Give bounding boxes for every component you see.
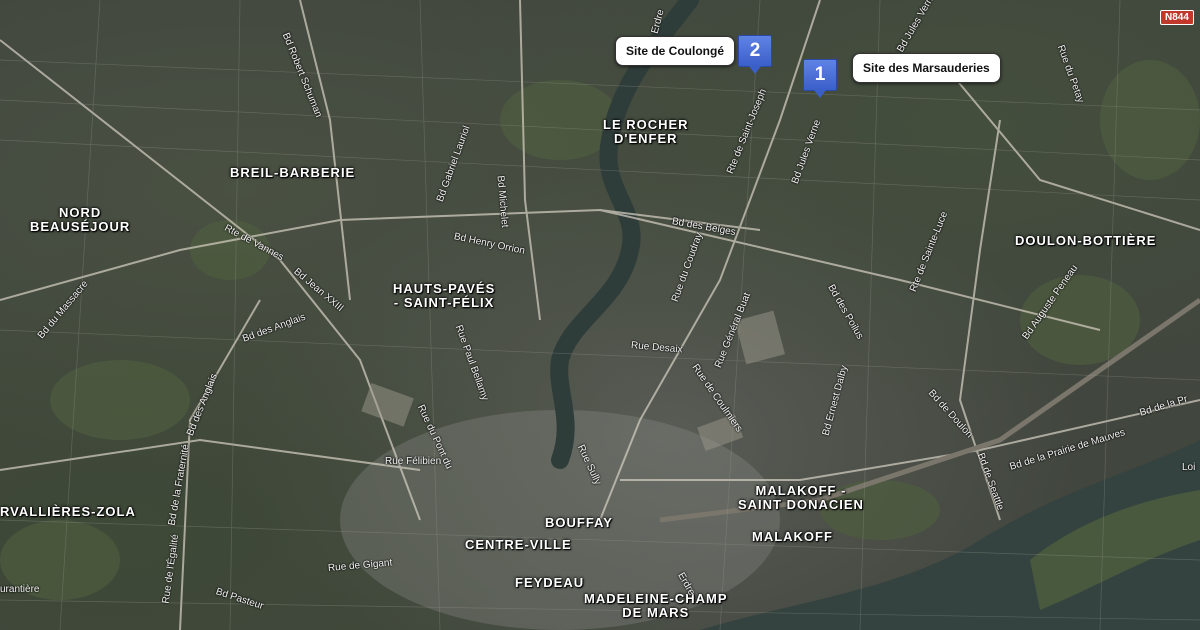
street-label: urantière	[0, 584, 40, 595]
road-shield-n844: N844	[1160, 10, 1194, 25]
district-label-centre-ville: CENTRE-VILLE	[465, 537, 572, 552]
marker-tooltip-coulonge[interactable]: Site de Coulongé	[615, 36, 736, 66]
marker-number: 2	[738, 35, 772, 67]
district-label-nord-beausejour: NORD BEAUSÉJOUR	[30, 205, 131, 234]
street-label: Rue Félibien	[385, 456, 442, 467]
district-label-malakoff-saint-donacien: MALAKOFF - SAINT DONACIEN	[738, 483, 864, 512]
district-label-zola: RVALLIÈRES-ZOLA	[0, 504, 136, 519]
district-label-breil-barberie: BREIL-BARBERIE	[230, 165, 356, 180]
map-marker-1[interactable]: 1	[803, 59, 837, 98]
marker-pointer	[814, 90, 826, 98]
district-label-rocher-denfer: LE ROCHER D'ENFER	[603, 117, 689, 146]
marker-pointer	[749, 66, 761, 74]
district-label-bouffay: BOUFFAY	[545, 515, 613, 530]
district-label-doulon-bottiere: DOULON-BOTTIÈRE	[1015, 233, 1157, 248]
marker-number: 1	[803, 59, 837, 91]
district-label-madeleine-champ-de-mars: MADELEINE-CHAMP DE MARS	[584, 591, 728, 620]
map-marker-2[interactable]: 2	[738, 35, 772, 74]
district-label-hauts-paves: HAUTS-PAVÉS - SAINT-FÉLIX	[393, 281, 496, 310]
district-label-malakoff: MALAKOFF	[752, 529, 833, 544]
district-label-feydeau: FEYDEAU	[515, 575, 585, 590]
marker-tooltip-marsauderies[interactable]: Site des Marsauderies	[852, 53, 1001, 83]
satellite-map[interactable]: BREIL-BARBERIE NORD BEAUSÉJOUR LE ROCHER…	[0, 0, 1200, 630]
street-label: Loi	[1182, 462, 1196, 473]
